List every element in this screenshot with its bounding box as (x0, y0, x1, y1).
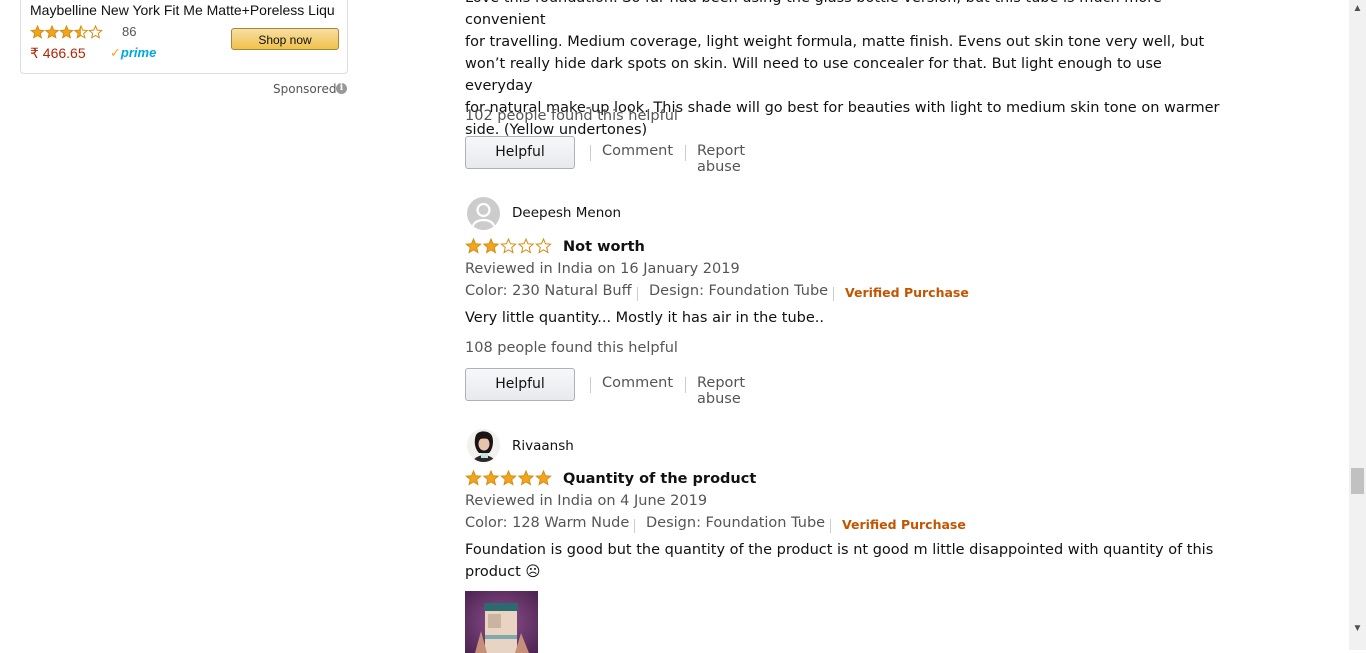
review-body-line: Love this foundation. So far had been us… (465, 0, 1162, 28)
review-body-line: Foundation is good but the quantity of t… (465, 542, 1214, 558)
star-icon (482, 470, 500, 486)
prime-badge-icon: ✓prime (110, 45, 157, 60)
comment-link[interactable]: Comment (602, 375, 673, 391)
star-icon (88, 25, 103, 39)
review-star-rating[interactable] (465, 238, 555, 255)
reviewer-avatar[interactable] (467, 429, 500, 462)
divider (685, 145, 686, 161)
review-body: Foundation is good but the quantity of t… (465, 539, 1213, 583)
review-photo-thumbnail[interactable] (465, 591, 538, 653)
info-icon[interactable]: i (336, 83, 347, 94)
star-icon (517, 238, 535, 254)
vertical-scrollbar[interactable]: ▲ ▼ (1349, 0, 1366, 650)
review-design[interactable]: Design: Foundation Tube (649, 283, 828, 299)
scroll-down-arrow-icon[interactable]: ▼ (1349, 620, 1366, 637)
helpful-count: 108 people found this helpful (465, 340, 678, 356)
scrollbar-thumb[interactable] (1351, 468, 1364, 494)
star-icon (59, 25, 74, 39)
star-icon (500, 238, 517, 254)
ad-rating-count[interactable]: 86 (122, 24, 136, 39)
default-avatar-icon[interactable] (467, 197, 500, 230)
divider (590, 377, 591, 393)
helpful-button[interactable]: Helpful (465, 136, 575, 169)
helpful-count: 102 people found this helpful (465, 108, 678, 124)
divider (830, 519, 831, 533)
ad-star-rating (30, 25, 103, 39)
reviewer-name[interactable]: Deepesh Menon (512, 205, 621, 221)
sponsored-label: Sponsored (273, 82, 337, 96)
comment-link[interactable]: Comment (602, 143, 673, 159)
review-body: Very little quantity... Mostly it has ai… (465, 310, 825, 326)
star-icon (465, 238, 482, 254)
star-icon (500, 470, 517, 486)
divider (634, 519, 635, 533)
star-icon (30, 25, 45, 39)
sponsored-product-card[interactable]: Maybelline New York Fit Me Matte+Poreles… (20, 0, 348, 74)
star-icon (482, 238, 500, 254)
shop-now-button[interactable]: Shop now (231, 28, 339, 50)
review-body-line: product ☹ (465, 564, 541, 580)
report-abuse-link[interactable]: Report abuse (697, 375, 745, 407)
divider (685, 377, 686, 393)
reviewer-name[interactable]: Rivaansh (512, 438, 574, 454)
review-title[interactable]: Quantity of the product (563, 471, 756, 487)
star-icon (535, 470, 552, 486)
verified-purchase-badge[interactable]: Verified Purchase (845, 285, 969, 300)
review-color[interactable]: Color: 128 Warm Nude (465, 515, 629, 531)
star-icon (535, 238, 552, 254)
star-icon (517, 470, 535, 486)
scroll-up-arrow-icon[interactable]: ▲ (1349, 0, 1366, 17)
ad-product-title[interactable]: Maybelline New York Fit Me Matte+Poreles… (30, 2, 346, 18)
review-body-line: won’t really hide dark spots on skin. Wi… (465, 56, 1162, 94)
review-date: Reviewed in India on 16 January 2019 (465, 261, 740, 277)
review-design[interactable]: Design: Foundation Tube (646, 515, 825, 531)
star-icon (73, 25, 89, 39)
divider (833, 287, 834, 301)
divider (637, 287, 638, 301)
review-star-rating[interactable] (465, 470, 555, 487)
star-icon (465, 470, 482, 486)
report-abuse-link[interactable]: Report abuse (697, 143, 745, 175)
review-body-line: for travelling. Medium coverage, light w… (465, 34, 1205, 50)
divider (590, 145, 591, 161)
review-color[interactable]: Color: 230 Natural Buff (465, 283, 632, 299)
ad-price: ₹ 466.65 (30, 45, 86, 61)
verified-purchase-badge[interactable]: Verified Purchase (842, 517, 966, 532)
helpful-button[interactable]: Helpful (465, 368, 575, 401)
review-date: Reviewed in India on 4 June 2019 (465, 493, 708, 509)
review-title[interactable]: Not worth (563, 239, 645, 255)
star-icon (44, 25, 60, 39)
